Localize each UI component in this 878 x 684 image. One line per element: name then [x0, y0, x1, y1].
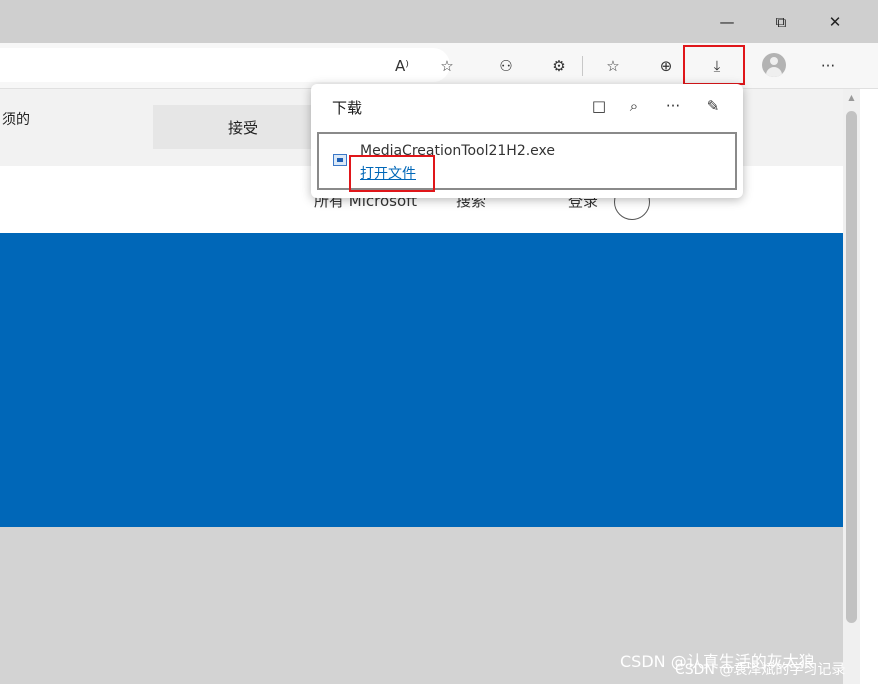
open-file-highlight-box — [349, 155, 435, 192]
close-icon[interactable]: ✕ — [812, 8, 858, 36]
hero-banner — [0, 233, 843, 527]
more-options-icon[interactable]: ··· — [659, 92, 687, 120]
window-edge — [860, 89, 878, 684]
downloads-panel-title: 下载 — [332, 99, 363, 117]
favorites-icon[interactable]: ☆ — [597, 50, 629, 82]
read-aloud-icon[interactable]: A⁾ — [386, 50, 418, 82]
watermark-line-2: CSDN @袁泽斌的学习记录 — [675, 662, 846, 678]
vertical-scrollbar[interactable]: ▲ — [843, 89, 860, 684]
scroll-thumb[interactable] — [846, 111, 857, 623]
collections-icon[interactable]: ⊕ — [650, 50, 682, 82]
cookie-text: 须的 — [2, 112, 30, 128]
address-bar[interactable] — [0, 48, 450, 82]
restore-icon[interactable]: ⧉ — [758, 8, 804, 36]
browser-toolbar: A⁾ ☆ ⚇ ⚙ ☆ ⊕ ⤓ ··· — [0, 43, 878, 89]
accept-button[interactable]: 接受 — [153, 105, 333, 149]
scroll-up-icon[interactable]: ▲ — [843, 91, 860, 105]
performance-icon[interactable]: ⚇ — [490, 50, 522, 82]
extensions-icon[interactable]: ⚙ — [543, 50, 575, 82]
minimize-icon[interactable]: — — [704, 8, 750, 36]
profile-avatar[interactable] — [762, 53, 786, 77]
pin-icon[interactable]: ✎ — [699, 92, 727, 120]
more-options-icon[interactable]: ··· — [812, 50, 844, 82]
toolbar-divider — [582, 56, 583, 76]
search-downloads-icon[interactable]: ⌕ — [620, 92, 648, 120]
downloads-highlight-box — [683, 45, 745, 85]
open-folder-icon[interactable]: □ — [585, 92, 613, 120]
title-bar: — ⧉ ✕ — [0, 0, 878, 43]
add-favorite-icon[interactable]: ☆ — [431, 50, 463, 82]
installer-file-icon — [333, 154, 347, 166]
